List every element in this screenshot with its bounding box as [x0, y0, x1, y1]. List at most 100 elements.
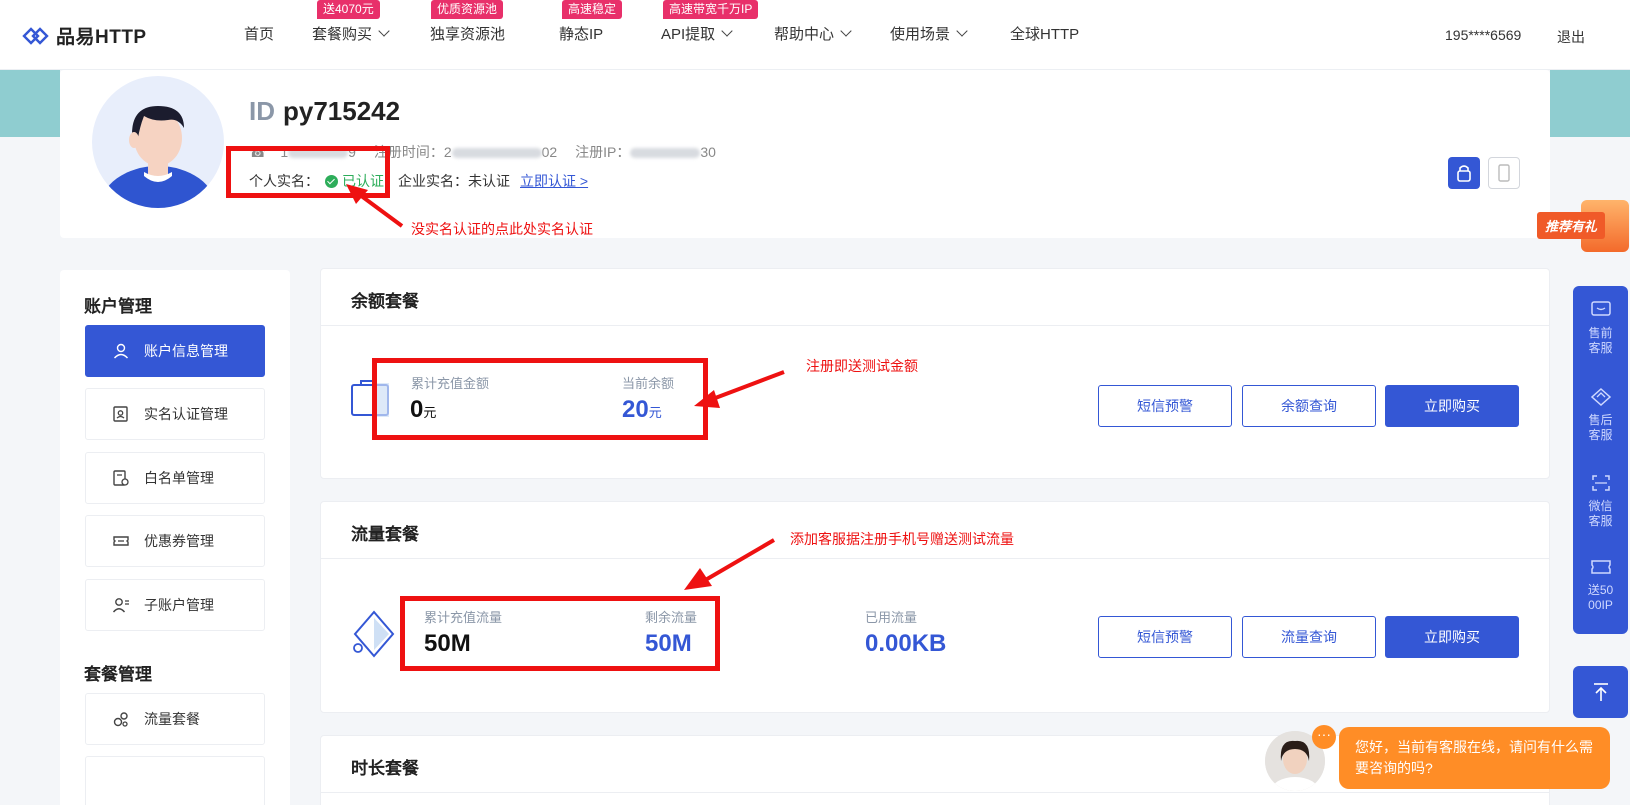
- free-ip-promo[interactable]: 送5000IP: [1573, 557, 1628, 613]
- chevron-down-icon: [378, 25, 390, 37]
- coupon-icon: [113, 536, 129, 546]
- chevron-down-icon: [956, 25, 968, 37]
- annotation-box-balance: [372, 358, 708, 440]
- annotation-balance: 注册即送测试金额: [806, 358, 918, 374]
- sub-account-icon: [112, 598, 129, 613]
- annotation-realname: 没实名认证的点此处实名认证: [411, 221, 593, 237]
- nav-help-label: 帮助中心: [774, 26, 835, 43]
- teal-band-right: [1550, 70, 1630, 137]
- nav-global-http[interactable]: 全球HTTP: [1010, 23, 1079, 44]
- sidebar-item-label: 流量套餐: [144, 711, 200, 727]
- presale-service[interactable]: 售前客服: [1573, 300, 1628, 356]
- sidebar-item-subaccounts[interactable]: 子账户管理: [85, 579, 265, 631]
- float-label: 售前客服: [1588, 326, 1613, 355]
- chat-more-icon: ···: [1312, 725, 1336, 749]
- nav-api-label: API提取: [661, 26, 716, 43]
- reg-time-end: 02: [541, 144, 558, 160]
- logo-icon: [22, 26, 49, 45]
- whitelist-icon: [113, 470, 129, 486]
- nav-scenarios[interactable]: 使用场景: [890, 23, 968, 44]
- nav-scenarios-label: 使用场景: [890, 26, 951, 43]
- traffic-icon: [113, 712, 128, 727]
- sms-alert-button[interactable]: 短信预警: [1098, 616, 1232, 658]
- side-service-bar: 售前客服 售后客服 微信客服 送5000IP: [1573, 286, 1628, 634]
- nav-static-label: 静态IP: [559, 26, 604, 43]
- chat-icon: [1590, 301, 1611, 316]
- id-card-icon: [113, 406, 128, 422]
- nav-badge-api: 高速带宽千万IP: [663, 0, 759, 19]
- aftersale-service[interactable]: 售后客服: [1573, 387, 1628, 443]
- avatar-icon: [100, 106, 216, 208]
- user-phone[interactable]: 195****6569: [1445, 27, 1521, 43]
- sidebar-item-account-info[interactable]: 账户信息管理: [85, 325, 265, 377]
- sidebar-item-realname[interactable]: 实名认证管理: [85, 388, 265, 440]
- logo[interactable]: 品易HTTP: [22, 22, 147, 49]
- nav-api[interactable]: API提取: [661, 23, 733, 44]
- nav-global-label: 全球HTTP: [1010, 26, 1080, 43]
- avatar: [92, 76, 224, 208]
- sidebar-item-label: 白名单管理: [144, 470, 214, 486]
- lock-button[interactable]: [1448, 157, 1480, 189]
- nav-badge-packages: 送4070元: [317, 0, 380, 19]
- reg-ip-end: 30: [700, 144, 716, 160]
- nav-help[interactable]: 帮助中心: [774, 23, 852, 44]
- nav-badge-pool: 优质资源池: [431, 0, 504, 19]
- nav-packages[interactable]: 套餐购买: [312, 23, 390, 44]
- sidebar-item-label: 实名认证管理: [144, 406, 228, 422]
- used-traffic-label: 已用流量: [865, 610, 918, 625]
- chevron-down-icon: [840, 25, 852, 37]
- chat-message[interactable]: 您好，当前有客服在线，请问有什么需要咨询的吗?: [1339, 727, 1610, 789]
- nav-home-label: 首页: [244, 26, 275, 43]
- sidebar-item-label: 子账户管理: [144, 597, 214, 613]
- teal-band-left: [0, 70, 60, 137]
- float-label: 送5000IP: [1587, 583, 1614, 612]
- sidebar: 账户管理 账户信息管理 实名认证管理 白名单管理 优惠券管理 子账户管理 套餐管…: [60, 270, 290, 805]
- reg-time-start: 2: [443, 144, 452, 160]
- nav-packages-label: 套餐购买: [312, 26, 373, 43]
- phone-button[interactable]: [1488, 157, 1520, 189]
- wechat-service[interactable]: 微信客服: [1573, 473, 1628, 529]
- chevron-down-icon: [721, 25, 733, 37]
- balance-panel-title: 余额套餐: [351, 292, 419, 311]
- divider: [321, 325, 1549, 326]
- verify-now-link[interactable]: 立即认证 >: [520, 171, 588, 191]
- nav-static-ip[interactable]: 静态IP: [559, 23, 603, 44]
- lock-icon: [1457, 165, 1471, 182]
- sidebar-item-more[interactable]: [85, 756, 265, 805]
- logout-link[interactable]: 退出: [1557, 27, 1585, 47]
- float-label: 售后客服: [1588, 413, 1613, 442]
- used-traffic-value: 0.00KB: [865, 630, 947, 657]
- nav-exclusive-pool[interactable]: 独享资源池: [430, 23, 505, 44]
- annotation-traffic: 添加客服据注册手机号赠送测试流量: [790, 531, 1014, 547]
- nav-home[interactable]: 首页: [244, 23, 274, 44]
- sidebar-item-coupons[interactable]: 优惠券管理: [85, 515, 265, 567]
- balance-query-button[interactable]: 余额查询: [1242, 385, 1376, 427]
- scan-icon: [1591, 475, 1610, 491]
- ticket-icon: [1590, 560, 1611, 574]
- referral-promo[interactable]: 推荐有礼: [1535, 200, 1630, 252]
- reg-ip-label: 注册IP：: [575, 144, 631, 160]
- nav-pool-label: 独享资源池: [430, 26, 506, 43]
- back-to-top-button[interactable]: [1573, 666, 1628, 718]
- traffic-query-button[interactable]: 流量查询: [1242, 616, 1376, 658]
- traffic-panel-title: 流量套餐: [351, 525, 419, 544]
- sms-alert-button[interactable]: 短信预警: [1098, 385, 1232, 427]
- buy-now-button[interactable]: 立即购买: [1385, 385, 1519, 427]
- logo-text: 品易HTTP: [56, 27, 147, 48]
- blur-mask: [451, 148, 542, 159]
- sidebar-item-traffic[interactable]: 流量套餐: [85, 693, 265, 745]
- nav-badge-static: 高速稳定: [562, 0, 623, 19]
- sidebar-title-account: 账户管理: [84, 297, 152, 316]
- annotation-arrow-balance: [694, 370, 785, 408]
- sidebar-item-label: 账户信息管理: [144, 343, 228, 359]
- float-label: 微信客服: [1588, 499, 1613, 528]
- sidebar-item-whitelist[interactable]: 白名单管理: [85, 452, 265, 504]
- divider: [321, 792, 1549, 793]
- diamond-icon: [1590, 387, 1611, 407]
- annotation-box-traffic: [400, 596, 720, 671]
- annotation-arrow-realname: [346, 184, 404, 228]
- mobile-icon: [1498, 164, 1510, 182]
- arrow-up-icon: [1593, 683, 1608, 701]
- id-value: py715242: [283, 96, 401, 126]
- buy-now-button[interactable]: 立即购买: [1385, 616, 1519, 658]
